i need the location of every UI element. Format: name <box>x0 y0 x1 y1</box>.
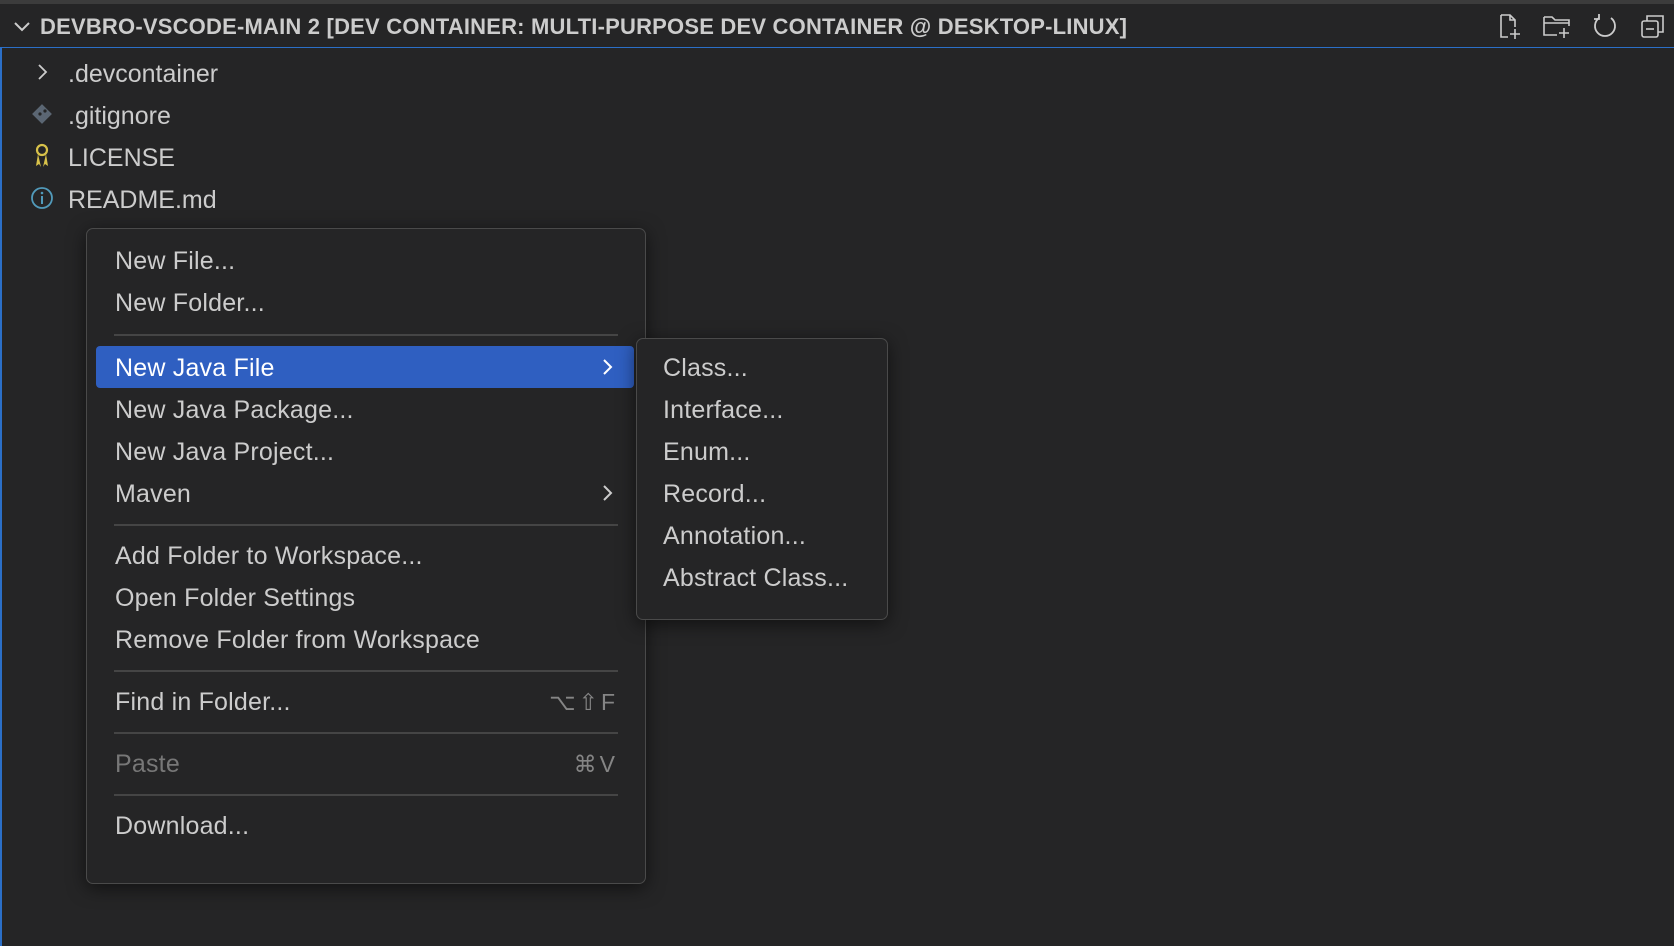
chevron-down-icon[interactable] <box>10 14 34 38</box>
submenu-item-interface[interactable]: Interface... <box>646 388 878 430</box>
menu-item-new-folder[interactable]: New Folder... <box>96 281 634 323</box>
menu-separator <box>114 670 618 672</box>
menu-item-label: Find in Folder... <box>115 688 291 716</box>
new-file-icon <box>1500 14 1520 39</box>
menu-item-new-java-file[interactable]: New Java File <box>96 346 634 388</box>
submenu-item-label: Abstract Class... <box>663 564 849 592</box>
menu-item-remove-folder-from-workspace[interactable]: Remove Folder from Workspace <box>96 618 634 660</box>
menu-item-label: New File... <box>115 247 236 275</box>
menu-separator <box>114 794 618 796</box>
menu-separator <box>114 524 618 526</box>
submenu-item-annotation[interactable]: Annotation... <box>646 514 878 556</box>
menu-item-label: Download... <box>115 812 250 840</box>
submenu-item-label: Enum... <box>663 438 751 466</box>
info-icon <box>30 186 54 210</box>
submenu-item-abstract-class[interactable]: Abstract Class... <box>646 556 878 598</box>
menu-item-open-folder-settings[interactable]: Open Folder Settings <box>96 576 634 618</box>
new-file-button[interactable] <box>1494 11 1524 41</box>
submenu-item-enum[interactable]: Enum... <box>646 430 878 472</box>
refresh-icon <box>1594 14 1616 37</box>
submenu-item-label: Record... <box>663 480 767 508</box>
menu-item-add-folder-to-workspace[interactable]: Add Folder to Workspace... <box>96 534 634 576</box>
menu-item-label: New Folder... <box>115 289 265 317</box>
java-file-submenu: Class... Interface... Enum... Record... … <box>636 338 888 620</box>
tree-item-label: .devcontainer <box>68 60 219 88</box>
submenu-item-class[interactable]: Class... <box>646 346 878 388</box>
context-menu: New File... New Folder... New Java File … <box>86 228 646 884</box>
menu-item-new-file[interactable]: New File... <box>96 239 634 281</box>
menu-item-label: Maven <box>115 480 192 508</box>
header-actions <box>1494 10 1668 42</box>
menu-separator <box>114 732 618 734</box>
collapse-all-button[interactable] <box>1638 11 1668 41</box>
menu-item-label: Open Folder Settings <box>115 584 356 612</box>
menu-item-label: New Java Package... <box>115 396 354 424</box>
keyboard-shortcut: ⌥⇧F <box>549 689 618 715</box>
menu-item-label: Paste <box>115 750 180 778</box>
menu-item-new-java-package[interactable]: New Java Package... <box>96 388 634 430</box>
menu-item-maven[interactable]: Maven <box>96 472 634 514</box>
tree-item-license[interactable]: LICENSE <box>0 136 1674 176</box>
tree-item-label: LICENSE <box>68 144 175 172</box>
menu-item-paste: Paste ⌘V <box>96 742 634 784</box>
menu-separator <box>114 334 618 336</box>
submenu-item-record[interactable]: Record... <box>646 472 878 514</box>
chevron-right-icon <box>30 60 54 84</box>
menu-item-label: Remove Folder from Workspace <box>115 626 480 654</box>
tree-item-label: README.md <box>68 186 217 214</box>
chevron-right-icon <box>603 359 613 375</box>
new-folder-button[interactable] <box>1542 11 1572 41</box>
menu-item-label: New Java File <box>115 354 275 382</box>
submenu-item-label: Interface... <box>663 396 784 424</box>
collapse-all-icon <box>1641 15 1664 38</box>
license-key-icon <box>30 143 54 168</box>
menu-item-find-in-folder[interactable]: Find in Folder... ⌥⇧F <box>96 680 634 722</box>
submenu-item-label: Class... <box>663 354 748 382</box>
chevron-right-icon <box>603 485 613 501</box>
git-icon <box>30 102 54 126</box>
workspace-title: DEVBRO-VSCODE-MAIN 2 [DEV CONTAINER: MUL… <box>40 14 1128 39</box>
tree-item-devcontainer[interactable]: .devcontainer <box>0 52 1674 92</box>
refresh-button[interactable] <box>1590 11 1620 41</box>
keyboard-shortcut: ⌘V <box>573 751 618 777</box>
tree-item-label: .gitignore <box>68 102 171 130</box>
menu-item-new-java-project[interactable]: New Java Project... <box>96 430 634 472</box>
explorer-header[interactable]: DEVBRO-VSCODE-MAIN 2 [DEV CONTAINER: MUL… <box>0 4 1674 48</box>
tree-item-readme[interactable]: README.md <box>0 178 1674 218</box>
menu-item-label: New Java Project... <box>115 438 335 466</box>
submenu-item-label: Annotation... <box>663 522 806 550</box>
new-folder-icon <box>1543 16 1570 38</box>
tree-item-gitignore[interactable]: .gitignore <box>0 94 1674 134</box>
menu-item-download[interactable]: Download... <box>96 804 634 846</box>
menu-item-label: Add Folder to Workspace... <box>115 542 423 570</box>
